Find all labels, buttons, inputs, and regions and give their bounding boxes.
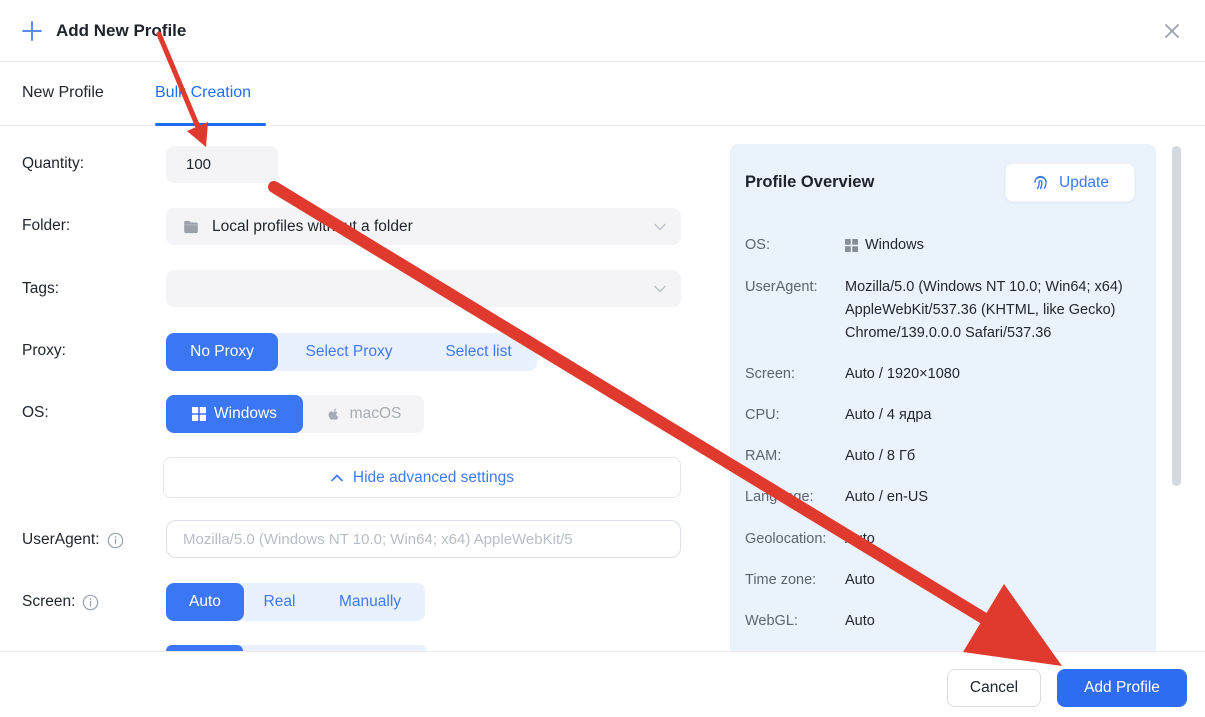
screen-label: Screen: — [22, 593, 99, 611]
folder-value: Local profiles without a folder — [212, 218, 413, 236]
overview-ram-value: Auto / 8 Гб — [845, 445, 1145, 468]
overview-ram-label: RAM: — [745, 445, 845, 468]
info-icon — [82, 594, 99, 611]
os-macos-label: macOS — [350, 405, 402, 423]
proxy-option-select-proxy[interactable]: Select Proxy — [278, 333, 420, 371]
overview-geolocation-label: Geolocation: — [745, 528, 845, 551]
overview-row-screen: Screen: Auto / 1920×1080 — [745, 363, 1145, 386]
bulk-creation-form: Quantity: Folder: Local profiles without… — [0, 126, 710, 651]
overview-row-useragent: UserAgent: Mozilla/5.0 (Windows NT 10.0;… — [745, 276, 1145, 345]
folder-select[interactable]: Local profiles without a folder — [166, 208, 681, 245]
folder-icon — [183, 219, 199, 235]
useragent-input[interactable] — [166, 520, 681, 558]
folder-label: Folder: — [22, 217, 70, 235]
chevron-down-icon — [653, 282, 667, 296]
chevron-down-icon — [653, 220, 667, 234]
windows-icon — [192, 407, 206, 421]
overview-screen-label: Screen: — [745, 363, 845, 386]
modal-footer: Cancel Add Profile — [0, 651, 1205, 717]
os-option-macos[interactable]: macOS — [303, 395, 424, 433]
add-profile-button[interactable]: Add Profile — [1057, 669, 1187, 707]
tab-bulk-creation[interactable]: Bulk Creation — [155, 84, 251, 102]
overview-row-cpu: CPU: Auto / 4 ядра — [745, 404, 1145, 427]
profile-overview-panel: Profile Overview Update OS: Windows User… — [730, 144, 1156, 656]
overview-row-geolocation: Geolocation: Auto — [745, 528, 1145, 551]
overview-screen-value: Auto / 1920×1080 — [845, 363, 1145, 386]
close-icon[interactable] — [1158, 17, 1186, 45]
plus-icon — [21, 20, 43, 42]
update-button-label: Update — [1059, 174, 1109, 192]
tags-label: Tags: — [22, 280, 59, 298]
overview-cpu-value: Auto / 4 ядра — [845, 404, 1145, 427]
cancel-button[interactable]: Cancel — [947, 669, 1041, 707]
screen-segmented-control: Auto Real Manually — [166, 583, 425, 621]
modal-title: Add New Profile — [56, 21, 186, 41]
vertical-scrollbar-thumb[interactable] — [1172, 146, 1181, 486]
tags-select[interactable] — [166, 270, 681, 307]
os-label: OS: — [22, 404, 49, 422]
screen-option-manually[interactable]: Manually — [315, 583, 425, 621]
overview-language-value: Auto / en-US — [845, 486, 1145, 509]
os-option-windows[interactable]: Windows — [166, 395, 303, 433]
tab-new-profile[interactable]: New Profile — [22, 84, 104, 102]
overview-row-ram: RAM: Auto / 8 Гб — [745, 445, 1145, 468]
overview-row-webgl: WebGL: Auto — [745, 610, 1145, 633]
overview-row-language: Language: Auto / en-US — [745, 486, 1145, 509]
update-button[interactable]: Update — [1005, 163, 1135, 202]
screen-option-auto[interactable]: Auto — [166, 583, 244, 621]
overview-geolocation-value: Auto — [845, 528, 1145, 551]
profile-overview-title: Profile Overview — [745, 173, 874, 192]
hide-advanced-settings-button[interactable]: Hide advanced settings — [163, 457, 681, 498]
overview-useragent-label: UserAgent: — [745, 276, 845, 345]
hide-advanced-settings-label: Hide advanced settings — [353, 469, 514, 487]
modal-header: Add New Profile — [0, 0, 1205, 62]
overview-language-label: Language: — [745, 486, 845, 509]
overview-webgl-value: Auto — [845, 610, 1145, 633]
apple-icon — [326, 406, 342, 422]
fingerprint-icon — [1031, 173, 1050, 192]
screen-option-real[interactable]: Real — [244, 583, 315, 621]
quantity-label: Quantity: — [22, 155, 84, 173]
proxy-option-select-list[interactable]: Select list — [420, 333, 537, 371]
overview-webgl-label: WebGL: — [745, 610, 845, 633]
info-icon — [107, 532, 124, 549]
overview-cpu-label: CPU: — [745, 404, 845, 427]
screen-label-text: Screen: — [22, 593, 75, 611]
useragent-label: UserAgent: — [22, 531, 124, 549]
overview-useragent-value: Mozilla/5.0 (Windows NT 10.0; Win64; x64… — [845, 276, 1145, 345]
overview-os-value: Windows — [865, 234, 924, 257]
windows-icon — [845, 239, 858, 252]
chevron-up-icon — [330, 471, 344, 485]
proxy-segmented-control: No Proxy Select Proxy Select list — [166, 333, 537, 371]
add-new-profile-modal: Add New Profile New Profile Bulk Creatio… — [0, 0, 1205, 717]
overview-row-timezone: Time zone: Auto — [745, 569, 1145, 592]
overview-timezone-value: Auto — [845, 569, 1145, 592]
proxy-label: Proxy: — [22, 342, 66, 360]
overview-os-label: OS: — [745, 234, 845, 257]
quantity-input[interactable] — [166, 146, 278, 183]
tab-bar: New Profile Bulk Creation — [0, 62, 1205, 126]
os-windows-label: Windows — [214, 405, 277, 423]
os-segmented-control: Windows macOS — [166, 395, 424, 433]
overview-row-os: OS: Windows — [745, 234, 1145, 257]
proxy-option-no-proxy[interactable]: No Proxy — [166, 333, 278, 371]
overview-timezone-label: Time zone: — [745, 569, 845, 592]
useragent-label-text: UserAgent: — [22, 531, 100, 549]
